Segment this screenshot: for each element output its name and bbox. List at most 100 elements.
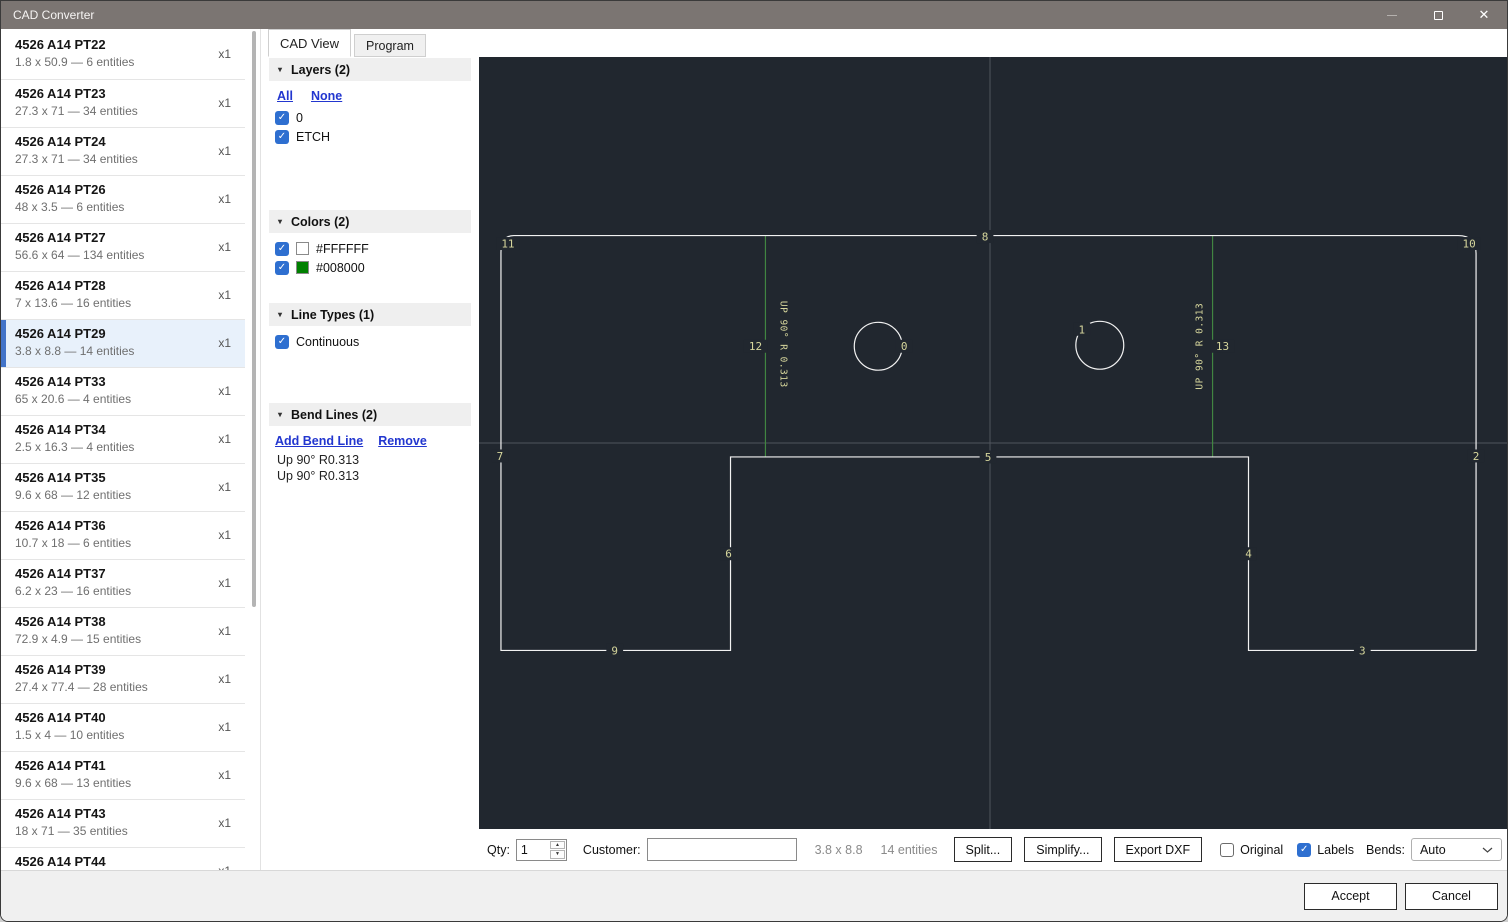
layers-none-link[interactable]: None (311, 89, 342, 103)
chevron-down-icon (1482, 847, 1493, 853)
part-list-item[interactable]: 4526 A14 PT27 56.6 x 64 — 134 entities x… (1, 223, 245, 271)
labels-checkbox[interactable]: ✓ (1297, 843, 1311, 857)
qty-down-button[interactable]: ▼ (550, 850, 565, 859)
original-checkbox[interactable] (1220, 843, 1234, 857)
entity-label: 7 (497, 450, 504, 463)
qty-spin-buttons: ▲ ▼ (550, 840, 566, 860)
colors-section-header[interactable]: ▾ Colors (2) (269, 210, 471, 233)
filter-checkbox[interactable]: ✓ (275, 242, 289, 256)
filter-label: 0 (296, 111, 303, 125)
filter-row: ✓ 0 (269, 108, 471, 127)
bends-dropdown[interactable]: Auto (1411, 838, 1502, 861)
bend-lines-links: Add Bend Line Remove (269, 426, 471, 453)
part-list-item[interactable]: 4526 A14 PT39 27.4 x 77.4 — 28 entities … (1, 655, 245, 703)
part-details: 27.4 x 77.4 — 28 entities (15, 680, 235, 695)
part-list-item[interactable]: 4526 A14 PT28 7 x 13.6 — 16 entities x1 (1, 271, 245, 319)
window-controls: ✕ (1369, 1, 1507, 29)
cancel-button[interactable]: Cancel (1405, 883, 1498, 910)
filter-checkbox[interactable]: ✓ (275, 111, 289, 125)
tab-cad-view[interactable]: CAD View (268, 29, 351, 57)
part-details: 7 x 13.6 — 16 entities (15, 296, 235, 311)
main-area: 4526 A14 PT22 1.8 x 50.9 — 6 entities x1… (1, 29, 1507, 870)
part-list: 4526 A14 PT22 1.8 x 50.9 — 6 entities x1… (1, 31, 245, 870)
part-name: 4526 A14 PT43 (15, 805, 235, 822)
part-name: 4526 A14 PT26 (15, 181, 235, 198)
part-list-item[interactable]: 4526 A14 PT34 2.5 x 16.3 — 4 entities x1 (1, 415, 245, 463)
part-details: 10.7 x 18 — 6 entities (15, 536, 235, 551)
part-list-item[interactable]: 4526 A14 PT29 3.8 x 8.8 — 14 entities x1 (1, 319, 245, 367)
spin-up-icon: ▲ (555, 842, 560, 848)
accept-button[interactable]: Accept (1304, 883, 1397, 910)
collapse-icon: ▾ (278, 217, 282, 226)
remove-bend-line-link[interactable]: Remove (378, 434, 427, 448)
bend-lines-section-header[interactable]: ▾ Bend Lines (2) (269, 403, 471, 426)
minimize-icon (1387, 15, 1397, 16)
color-swatch (296, 242, 309, 255)
part-list-item[interactable]: 4526 A14 PT37 6.2 x 23 — 16 entities x1 (1, 559, 245, 607)
dialog-footer: Accept Cancel (1, 870, 1507, 921)
part-list-item[interactable]: 4526 A14 PT26 48 x 3.5 — 6 entities x1 (1, 175, 245, 223)
add-bend-line-link[interactable]: Add Bend Line (275, 434, 363, 448)
quantity-stepper[interactable]: 1 ▲ ▼ (516, 839, 567, 861)
part-qty-badge: x1 (218, 624, 231, 638)
part-qty-badge: x1 (218, 768, 231, 782)
colors-list: ✓ #FFFFFF ✓ #008000 (269, 239, 471, 277)
part-qty-badge: x1 (218, 336, 231, 350)
part-name: 4526 A14 PT37 (15, 565, 235, 582)
part-details: 72.9 x 4.9 — 15 entities (15, 632, 235, 647)
part-name: 4526 A14 PT22 (15, 36, 235, 53)
part-name: 4526 A14 PT24 (15, 133, 235, 150)
part-details: 3.8 x 8.8 — 14 entities (15, 344, 235, 359)
part-qty-badge: x1 (218, 240, 231, 254)
part-list-item[interactable]: 4526 A14 PT40 1.5 x 4 — 10 entities x1 (1, 703, 245, 751)
entity-label: 10 (1462, 238, 1475, 251)
part-list-item[interactable]: 4526 A14 PT38 72.9 x 4.9 — 15 entities x… (1, 607, 245, 655)
part-list-item[interactable]: 4526 A14 PT36 10.7 x 18 — 6 entities x1 (1, 511, 245, 559)
layers-section-header[interactable]: ▾ Layers (2) (269, 58, 471, 81)
part-list-item[interactable]: 4526 A14 PT35 9.6 x 68 — 12 entities x1 (1, 463, 245, 511)
close-icon: ✕ (1479, 7, 1490, 23)
part-list-item[interactable]: 4526 A14 PT24 27.3 x 71 — 34 entities x1 (1, 127, 245, 175)
part-list-item[interactable]: 4526 A14 PT41 9.6 x 68 — 13 entities x1 (1, 751, 245, 799)
part-qty-badge: x1 (218, 672, 231, 686)
filter-checkbox[interactable]: ✓ (275, 335, 289, 349)
part-list-item[interactable]: 4526 A14 PT44 x1 (1, 847, 245, 870)
simplify-button[interactable]: Simplify... (1024, 837, 1101, 862)
line-types-section-header[interactable]: ▾ Line Types (1) (269, 303, 471, 326)
part-list-scrollbar[interactable] (252, 31, 256, 607)
filter-row: ✓ #008000 (269, 258, 471, 277)
line-types-section: ▾ Line Types (1) ✓ Continuous (269, 303, 471, 351)
part-qty-badge: x1 (218, 720, 231, 734)
filter-checkbox[interactable]: ✓ (275, 130, 289, 144)
customer-input[interactable] (647, 838, 797, 861)
part-list-item[interactable]: 4526 A14 PT33 65 x 20.6 — 4 entities x1 (1, 367, 245, 415)
minimize-button[interactable] (1369, 1, 1415, 29)
entity-label: 5 (985, 451, 992, 464)
colors-section: ▾ Colors (2) ✓ #FFFFFF ✓ #008000 (269, 210, 471, 277)
part-name: 4526 A14 PT40 (15, 709, 235, 726)
split-button[interactable]: Split... (954, 837, 1013, 862)
part-list-item[interactable]: 4526 A14 PT22 1.8 x 50.9 — 6 entities x1 (1, 31, 245, 79)
cad-drawing: UP 90° R 0.313UP 90° R 0.313012345678910… (479, 57, 1507, 829)
part-qty-badge: x1 (218, 816, 231, 830)
layers-title: Layers (2) (291, 63, 350, 77)
layers-list: ✓ 0 ✓ ETCH (269, 108, 471, 146)
close-button[interactable]: ✕ (1461, 1, 1507, 29)
cad-canvas[interactable]: UP 90° R 0.313UP 90° R 0.313012345678910… (479, 57, 1507, 829)
bend-line-item[interactable]: Up 90° R0.313 (269, 453, 471, 469)
part-list-item[interactable]: 4526 A14 PT23 27.3 x 71 — 34 entities x1 (1, 79, 245, 127)
maximize-button[interactable] (1415, 1, 1461, 29)
filter-checkbox[interactable]: ✓ (275, 261, 289, 275)
part-name: 4526 A14 PT35 (15, 469, 235, 486)
part-list-item[interactable]: 4526 A14 PT43 18 x 71 — 35 entities x1 (1, 799, 245, 847)
qty-up-button[interactable]: ▲ (550, 841, 565, 850)
entity-label: 4 (1245, 548, 1252, 561)
layers-links: All None (269, 81, 471, 108)
bend-line-item[interactable]: Up 90° R0.313 (269, 469, 471, 485)
layers-all-link[interactable]: All (277, 89, 293, 103)
export-dxf-button[interactable]: Export DXF (1114, 837, 1203, 862)
part-name: 4526 A14 PT38 (15, 613, 235, 630)
qty-value: 1 (517, 840, 550, 860)
tab-program[interactable]: Program (354, 34, 426, 57)
part-size-text: 3.8 x 8.8 (815, 843, 863, 857)
